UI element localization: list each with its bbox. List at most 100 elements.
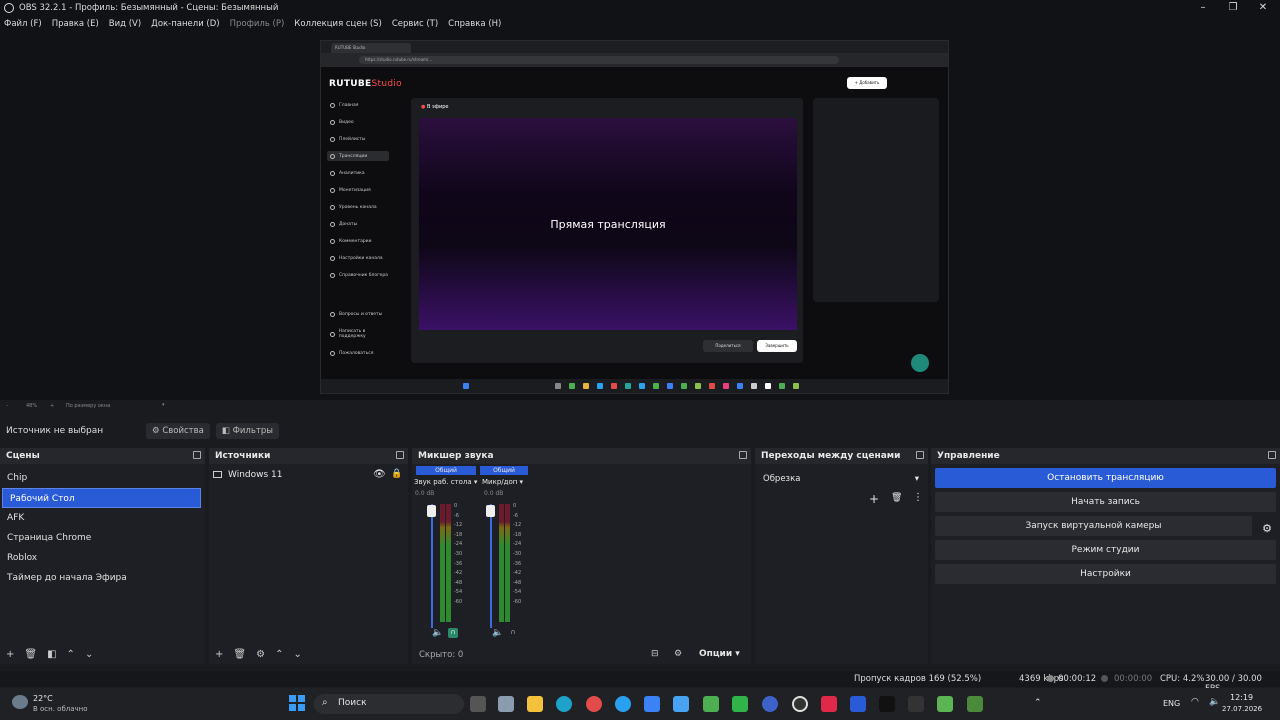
maximize-icon[interactable]: ❐ — [1218, 0, 1248, 16]
channel-name-select[interactable]: Звук раб. стола ▾ — [414, 478, 477, 486]
filters-button[interactable]: ◧ Фильтры — [215, 423, 279, 439]
menu-view[interactable]: Вид (V) — [109, 19, 141, 29]
file-explorer-icon[interactable] — [527, 696, 543, 712]
move-down-icon[interactable]: ⌄ — [85, 649, 93, 660]
tray-overflow-icon[interactable]: ⌃ — [1034, 698, 1042, 708]
app-icon[interactable] — [967, 696, 983, 712]
rt-nav-item: Донаты — [327, 219, 389, 229]
zoom-mode-select[interactable]: По размеру окна — [66, 403, 110, 409]
edge-icon[interactable] — [556, 696, 572, 712]
weather-desc[interactable]: В осн. облачно — [33, 705, 88, 713]
filter-icon[interactable]: ◧ — [47, 649, 56, 660]
more-icon[interactable]: ⋮ — [913, 492, 923, 503]
transition-select[interactable]: Обрезка ▾ — [759, 470, 925, 488]
undock-icon[interactable] — [916, 451, 924, 459]
channel-name-select[interactable]: Микр/доп ▾ — [482, 478, 523, 486]
volume-slider-track[interactable] — [490, 504, 492, 628]
menu-scene-collection[interactable]: Коллекция сцен (S) — [294, 19, 382, 29]
menu-profile[interactable]: Профиль (P) — [230, 19, 285, 29]
undock-icon[interactable] — [396, 451, 404, 459]
menu-file[interactable]: Файл (F) — [4, 19, 42, 29]
volume-icon[interactable]: 🔈 — [1209, 697, 1220, 707]
app-icon[interactable] — [879, 696, 895, 712]
volume-slider-track[interactable] — [431, 504, 433, 628]
headphones-icon[interactable]: ∩ — [448, 628, 458, 638]
add-icon[interactable]: + — [6, 649, 14, 660]
source-item[interactable]: Windows 11 👁 🔒 — [209, 466, 408, 486]
visibility-eye-icon[interactable]: 👁 — [373, 469, 386, 480]
rt-nav-item: Трансляции — [327, 151, 389, 161]
app-icon[interactable] — [673, 696, 689, 712]
app-icon[interactable] — [850, 696, 866, 712]
app-icon[interactable] — [703, 696, 719, 712]
minimize-icon[interactable]: – — [1188, 0, 1218, 16]
task-view-icon[interactable] — [470, 696, 486, 712]
scene-item[interactable]: Страница Chrome — [0, 528, 205, 548]
chrome-icon[interactable] — [586, 696, 602, 712]
windows-start-icon[interactable] — [289, 695, 305, 711]
advanced-audio-icon[interactable]: ⚙ — [674, 649, 682, 659]
gear-icon[interactable]: ⚙ — [256, 649, 265, 660]
stop-streaming-button[interactable]: Остановить трансляцию — [935, 468, 1276, 488]
obs-taskbar-icon[interactable] — [792, 696, 808, 712]
menu-docks[interactable]: Док-панели (D) — [151, 19, 219, 29]
trash-icon[interactable]: 🗑 — [24, 649, 37, 660]
trash-icon[interactable]: 🗑 — [233, 649, 246, 660]
rt-nav-item: Уровень канала — [327, 202, 389, 212]
add-icon[interactable]: + — [215, 649, 223, 660]
app-icon[interactable] — [644, 696, 660, 712]
undock-icon[interactable] — [1268, 451, 1276, 459]
settings-button[interactable]: Настройки — [935, 564, 1276, 584]
volume-slider-handle[interactable] — [427, 505, 436, 517]
scene-item[interactable]: Таймер до начала Эфира — [0, 568, 205, 588]
headphones-icon[interactable]: ∩ — [508, 628, 518, 638]
zoom-out-icon[interactable]: – — [6, 403, 9, 409]
start-recording-button[interactable]: Начать запись — [935, 492, 1276, 512]
scene-item[interactable]: Chip — [0, 468, 205, 488]
layout-icon[interactable]: ⊟ — [651, 649, 659, 659]
app-icon[interactable] — [937, 696, 953, 712]
undock-icon[interactable] — [193, 451, 201, 459]
scene-item-selected[interactable]: Рабочий Стол — [2, 488, 201, 508]
app-icon[interactable] — [908, 696, 924, 712]
scene-item[interactable]: AFK — [0, 508, 205, 528]
weather-temp[interactable]: 22°C — [33, 694, 53, 703]
clock-time[interactable]: 12:19 — [1230, 693, 1253, 702]
move-down-icon[interactable]: ⌄ — [293, 649, 301, 660]
menu-help[interactable]: Справка (H) — [448, 19, 501, 29]
weather-icon[interactable] — [12, 695, 28, 709]
menu-edit[interactable]: Правка (E) — [52, 19, 99, 29]
app-icon[interactable] — [821, 696, 837, 712]
close-icon[interactable]: ✕ — [1248, 0, 1278, 16]
properties-button[interactable]: ⚙ Свойства — [146, 423, 210, 439]
mixer-options-button[interactable]: Опции ▾ — [699, 649, 740, 659]
zoom-in-icon[interactable]: + — [50, 403, 54, 409]
chevron-down-icon[interactable]: ▾ — [162, 402, 165, 408]
app-icon[interactable] — [762, 696, 778, 712]
rt-nav-item: Плейлисты — [327, 134, 389, 144]
wifi-icon[interactable]: ◠ — [1191, 697, 1199, 707]
start-virtual-camera-button[interactable]: Запуск виртуальной камеры — [935, 516, 1252, 536]
move-up-icon[interactable]: ⌃ — [275, 649, 283, 660]
app-icon[interactable] — [732, 696, 748, 712]
mixer-title: Микшер звука — [412, 448, 751, 464]
preview-canvas[interactable]: RUTUBE Studio https://studio.rutube.ru/s… — [320, 40, 949, 394]
volume-slider-handle[interactable] — [486, 505, 495, 517]
lock-icon[interactable]: 🔒 — [391, 469, 402, 479]
undock-icon[interactable] — [739, 451, 747, 459]
language-indicator[interactable]: ENG — [1163, 699, 1180, 708]
clock-date[interactable]: 27.07.2026 — [1222, 705, 1262, 713]
move-up-icon[interactable]: ⌃ — [67, 649, 75, 660]
taskbar-search[interactable]: ⌕ Поиск — [314, 694, 464, 714]
add-icon[interactable]: + — [869, 492, 879, 506]
studio-mode-button[interactable]: Режим студии — [935, 540, 1276, 560]
scene-item[interactable]: Roblox — [0, 548, 205, 568]
live-panel-title: ● В эфире — [421, 104, 449, 110]
speaker-icon[interactable]: 🔈 — [432, 628, 443, 638]
menu-tools[interactable]: Сервис (T) — [392, 19, 438, 29]
trash-icon[interactable]: 🗑 — [891, 493, 902, 503]
app-icon[interactable] — [615, 696, 631, 712]
gear-icon[interactable]: ⚙ — [1262, 522, 1272, 535]
settings-app-icon[interactable] — [498, 696, 514, 712]
speaker-icon[interactable]: 🔈 — [492, 628, 503, 638]
